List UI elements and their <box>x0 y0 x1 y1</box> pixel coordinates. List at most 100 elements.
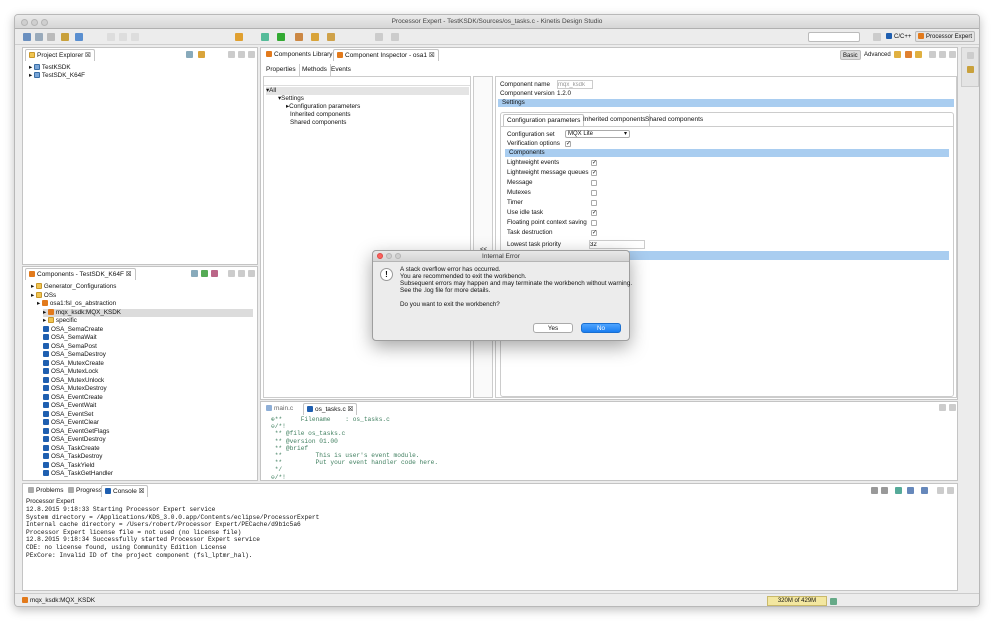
component-tree-item[interactable]: OSA_SemaPost <box>43 342 97 351</box>
external-tools-icon[interactable] <box>295 33 303 41</box>
component-tree-item[interactable]: ▸ osa1:fsl_os_abstraction <box>37 300 116 308</box>
tree-item-configuration-parameters[interactable]: ▸Configuration parameters <box>286 103 360 111</box>
tab-problems[interactable]: Problems <box>25 485 66 497</box>
tree-item-inherited-components[interactable]: Inherited components <box>290 111 351 119</box>
component-tree-item[interactable]: ▸ specific <box>43 317 77 325</box>
maximize-view-icon[interactable] <box>947 487 954 494</box>
verification-options-checkbox[interactable]: ✓ <box>565 141 571 147</box>
tree-filter-input[interactable] <box>264 77 470 86</box>
component-name-input[interactable] <box>557 80 593 89</box>
open-folder-icon[interactable] <box>311 33 319 41</box>
maximize-view-icon[interactable] <box>248 270 255 277</box>
tree-item-shared-components[interactable]: Shared components <box>290 119 346 127</box>
component-tree-item[interactable]: OSA_SemaDestroy <box>43 351 106 359</box>
debug-icon[interactable] <box>261 33 269 41</box>
scroll-lock-icon[interactable] <box>881 487 888 494</box>
display-console-icon[interactable] <box>907 487 914 494</box>
tab-project-explorer[interactable]: Project Explorer ☒ <box>25 49 95 61</box>
component-tree-item[interactable]: OSA_MutexUnlock <box>43 376 104 385</box>
minimize-view-icon[interactable] <box>937 487 944 494</box>
save-icon[interactable] <box>35 33 43 41</box>
dialog-close-button[interactable] <box>377 253 383 259</box>
view-menu-icon[interactable] <box>228 270 235 277</box>
zoom-window-button[interactable] <box>41 19 48 26</box>
sort-icon[interactable] <box>211 270 218 277</box>
component-icon[interactable] <box>235 33 243 41</box>
component-tree-item[interactable]: OSA_EventSet <box>43 410 93 419</box>
refresh-icon[interactable] <box>905 51 912 58</box>
minimize-view-icon[interactable] <box>939 51 946 58</box>
outline-icon[interactable] <box>967 66 974 73</box>
pin-console-icon[interactable] <box>895 487 902 494</box>
new-icon[interactable] <box>23 33 31 41</box>
tab-main-c[interactable]: main.c <box>263 403 296 415</box>
quick-access-input[interactable] <box>808 32 860 42</box>
component-tree-item[interactable]: ▸ Generator_Configurations <box>31 283 116 291</box>
tab-inherited-components[interactable]: Inherited components <box>580 114 650 126</box>
option-checkbox[interactable]: ✓ <box>591 160 597 166</box>
tree-item-settings[interactable]: ▾Settings <box>278 95 304 103</box>
tab-progress[interactable]: Progress <box>65 485 105 497</box>
component-tree-item[interactable]: OSA_TaskGetHandler <box>43 470 113 478</box>
trash-icon[interactable] <box>830 598 837 605</box>
forward-icon[interactable] <box>391 33 399 41</box>
option-checkbox[interactable] <box>591 190 597 196</box>
back-icon[interactable] <box>375 33 383 41</box>
option-checkbox[interactable]: ✓ <box>591 230 597 236</box>
option-checkbox[interactable] <box>591 200 597 206</box>
splitter[interactable]: << <box>473 76 493 398</box>
advanced-button[interactable]: Advanced <box>862 50 893 60</box>
tab-component-inspector[interactable]: Component Inspector - osa1 ☒ <box>333 49 439 61</box>
component-tree-item[interactable]: OSA_MutexDestroy <box>43 385 107 393</box>
run-icon[interactable] <box>277 33 285 41</box>
cut-icon[interactable] <box>107 33 115 41</box>
settings-icon[interactable] <box>75 33 83 41</box>
configuration-set-select[interactable]: MQX Lite ▾ <box>565 130 630 138</box>
tab-shared-components[interactable]: Shared components <box>642 114 706 126</box>
minimize-view-icon[interactable] <box>939 404 946 411</box>
paste-icon[interactable] <box>131 33 139 41</box>
component-tree-item[interactable]: OSA_EventCreate <box>43 393 103 402</box>
component-tree-item[interactable]: OSA_EventWait <box>43 402 96 410</box>
component-tree-item[interactable]: ▸ OSs <box>31 291 56 300</box>
maximize-view-icon[interactable] <box>248 51 255 58</box>
restore-icon[interactable] <box>967 52 974 59</box>
minimize-window-button[interactable] <box>31 19 38 26</box>
tab-events[interactable]: Events <box>328 64 354 76</box>
tab-console[interactable]: Console ☒ <box>101 485 149 497</box>
tab-os-tasks-c[interactable]: os_tasks.c ☒ <box>303 403 358 415</box>
component-tree-item[interactable]: OSA_EventClear <box>43 419 99 427</box>
maximize-view-icon[interactable] <box>949 404 956 411</box>
perspective-cpp[interactable]: C/C++ <box>886 32 911 42</box>
save-all-icon[interactable] <box>47 33 55 41</box>
lowest-task-priority-input[interactable] <box>589 240 645 249</box>
view-menu-icon[interactable] <box>228 51 235 58</box>
open-perspective-icon[interactable] <box>873 33 881 41</box>
basic-button[interactable]: Basic <box>840 50 861 60</box>
no-button[interactable]: No <box>581 323 621 333</box>
component-tree-item[interactable]: ▸ mqx_ksdk:MQX_KSDK <box>43 308 253 317</box>
option-checkbox[interactable] <box>591 220 597 226</box>
copy-icon[interactable] <box>119 33 127 41</box>
search-icon[interactable] <box>327 33 335 41</box>
option-checkbox[interactable]: ✓ <box>591 210 597 216</box>
lock-icon[interactable] <box>915 51 922 58</box>
close-window-button[interactable] <box>21 19 28 26</box>
component-tree-item[interactable]: OSA_SemaCreate <box>43 325 103 334</box>
tab-configuration-parameters[interactable]: Configuration parameters <box>503 114 585 126</box>
component-tree-item[interactable]: OSA_SemaWait <box>43 334 97 342</box>
clear-console-icon[interactable] <box>871 487 878 494</box>
tab-properties[interactable]: Properties <box>263 64 300 76</box>
minimize-view-icon[interactable] <box>238 270 245 277</box>
perspective-processor-expert[interactable]: Processor Expert <box>915 31 976 42</box>
component-tree-item[interactable]: OSA_TaskDestroy <box>43 453 102 461</box>
collapse-all-icon[interactable] <box>186 51 193 58</box>
component-tree-item[interactable]: OSA_TaskCreate <box>43 444 100 453</box>
component-tree-item[interactable]: OSA_MutexLock <box>43 368 98 376</box>
component-tree-item[interactable]: OSA_EventDestroy <box>43 436 106 444</box>
open-console-icon[interactable] <box>921 487 928 494</box>
component-tree-item[interactable]: OSA_TaskYield <box>43 461 95 470</box>
tab-methods[interactable]: Methods <box>299 64 331 76</box>
option-checkbox[interactable] <box>591 180 597 186</box>
component-tree-item[interactable]: OSA_EventGetFlags <box>43 427 109 436</box>
